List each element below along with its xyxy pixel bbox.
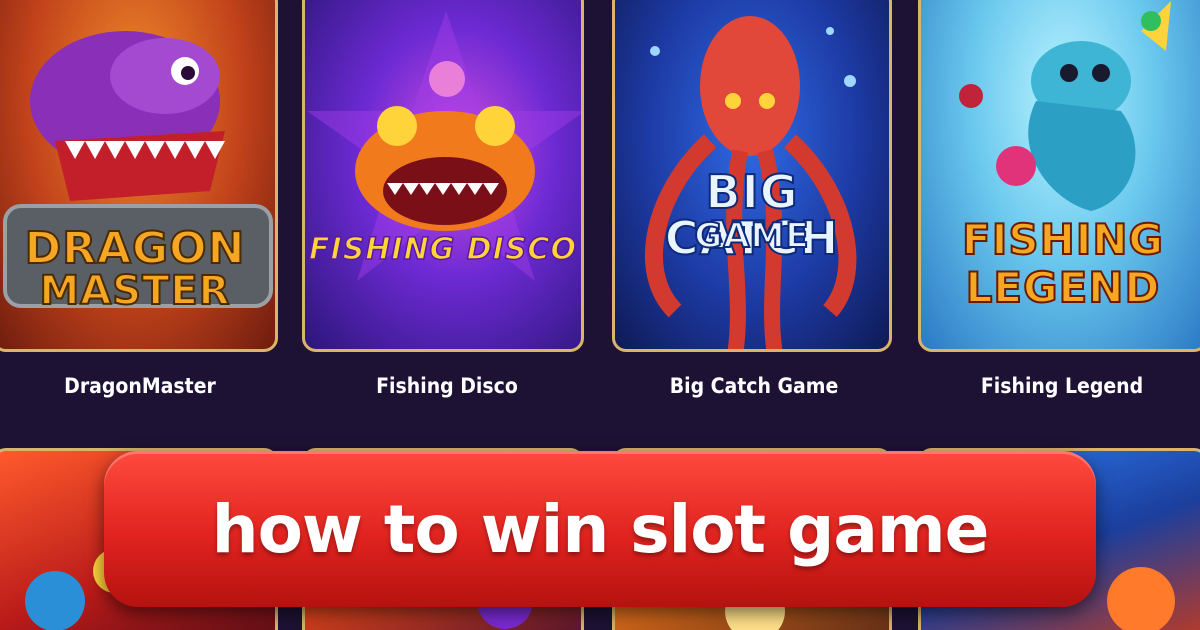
game-logo-line2: LEGEND xyxy=(965,263,1161,312)
game-title-fishing-disco[interactable]: Fishing Disco xyxy=(307,374,587,398)
headline-banner: how to win slot game xyxy=(104,451,1096,607)
game-logo-line2: MASTER xyxy=(39,268,231,314)
game-logo-line2: GAME xyxy=(693,216,810,256)
game-title-big-catch[interactable]: Big Catch Game xyxy=(614,374,894,398)
game-title-dragonmaster[interactable]: DragonMaster xyxy=(0,374,280,398)
banner-headline: how to win slot game xyxy=(211,490,990,568)
game-card-dragonmaster[interactable]: DRAGON MASTER xyxy=(0,0,278,352)
game-logo-line1: FISHING DISCO xyxy=(308,232,577,267)
fish-artwork xyxy=(307,11,581,281)
game-title-fishing-legend[interactable]: Fishing Legend xyxy=(922,374,1200,398)
game-logo-line1: DRAGON xyxy=(24,223,246,274)
game-card-big-catch[interactable]: BIG CATCH GAME xyxy=(612,0,892,352)
game-logo-line1: FISHING xyxy=(961,215,1164,264)
game-card-fishing-disco[interactable]: FISHING DISCO xyxy=(302,0,584,352)
game-card-fishing-legend[interactable]: FISHING LEGEND xyxy=(918,0,1200,352)
